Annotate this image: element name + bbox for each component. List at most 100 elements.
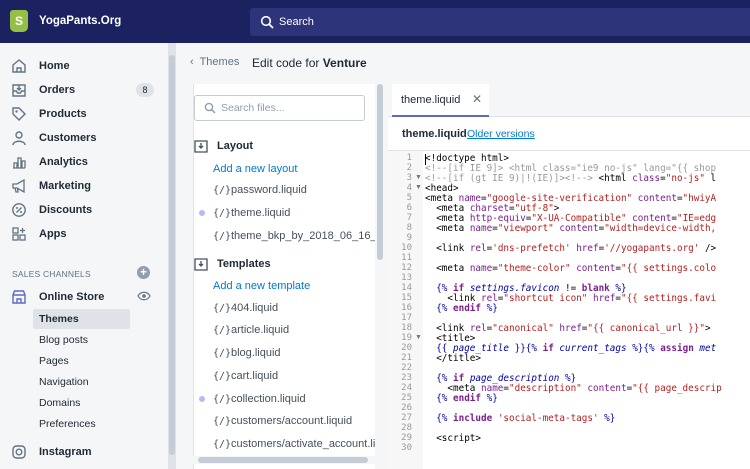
sidebar-item-home[interactable]: Home xyxy=(0,55,160,77)
file-name: article.liquid xyxy=(231,324,290,336)
page-title: Edit code for Venture xyxy=(252,56,367,70)
sidebar-item-apps[interactable]: Apps xyxy=(0,223,160,245)
file-customers-activate-account[interactable]: {/} customers/activate_account.li xyxy=(194,434,375,454)
file-cart-liquid[interactable]: {/} cart.liquid xyxy=(194,366,375,386)
line-number: 8 xyxy=(406,223,412,233)
older-versions-link[interactable]: Older versions xyxy=(467,128,535,140)
sidebar-item-customers[interactable]: Customers xyxy=(0,127,160,149)
editor-tab-bar: theme.liquid ✕ xyxy=(388,84,750,117)
tab-label: theme.liquid xyxy=(401,94,461,106)
liquid-file-icon: {/} xyxy=(213,370,232,382)
sidebar-item-marketing[interactable]: Marketing xyxy=(0,175,160,197)
file-theme-bkp[interactable]: {/} theme_bkp_by_2018_06_16_2 xyxy=(194,226,375,246)
fold-arrow-icon[interactable]: ▼ xyxy=(415,184,422,191)
folder-layout-label: Layout xyxy=(217,140,254,152)
line-number: 6 xyxy=(406,203,412,213)
search-icon xyxy=(204,102,216,114)
file-name: 404.liquid xyxy=(231,302,279,314)
folder-templates[interactable]: Templates xyxy=(194,255,271,273)
file-name: theme_bkp_by_2018_06_16_2 xyxy=(231,230,375,242)
sidebar-item-instagram[interactable]: Instagram xyxy=(0,441,160,463)
tag-icon xyxy=(12,107,26,121)
sidebar-item-label: Analytics xyxy=(39,156,88,168)
liquid-file-icon: {/} xyxy=(213,184,232,196)
sidebar-item-products[interactable]: Products xyxy=(0,103,160,125)
sidebar-subitem-pages[interactable]: Pages xyxy=(33,351,130,371)
line-number: 10 xyxy=(401,243,412,253)
line-number: 14 xyxy=(401,283,412,293)
file-name: collection.liquid xyxy=(231,393,306,405)
line-number: 12 xyxy=(401,263,412,273)
file-search-box[interactable] xyxy=(194,95,365,121)
sidebar-item-label: Marketing xyxy=(39,180,91,192)
code-line: {% include 'social-meta-tags' %} xyxy=(436,413,616,424)
line-number: 16 xyxy=(401,303,412,313)
close-icon[interactable]: ✕ xyxy=(472,92,482,106)
sidebar-item-label: Customers xyxy=(39,132,97,144)
code-line: <meta name="theme-color" content="{{ set… xyxy=(436,263,717,274)
fold-arrow-icon[interactable]: ▼ xyxy=(415,174,422,181)
file-name: password.liquid xyxy=(231,184,307,196)
line-number: 17 xyxy=(401,313,412,323)
file-panel-horizontal-scrollbar-thumb[interactable] xyxy=(198,457,368,463)
line-number: 29 xyxy=(401,433,412,443)
file-theme-liquid[interactable]: {/} theme.liquid xyxy=(194,203,375,223)
file-blog-liquid[interactable]: {/} blog.liquid xyxy=(194,343,375,363)
theme-name: Venture xyxy=(322,56,367,70)
orders-icon xyxy=(12,84,26,97)
file-panel-scrollbar-thumb[interactable] xyxy=(377,84,383,260)
person-icon xyxy=(12,131,26,146)
code-line: {% endif %} xyxy=(436,393,498,404)
line-number: 21 xyxy=(401,353,412,363)
sidebar-subitem-domains[interactable]: Domains xyxy=(33,393,130,413)
sidebar-item-online-store[interactable]: Online Store xyxy=(0,286,160,308)
folder-layout[interactable]: Layout xyxy=(194,137,253,155)
file-collection-liquid[interactable]: {/} collection.liquid xyxy=(194,389,375,409)
tab-theme-liquid[interactable]: theme.liquid ✕ xyxy=(392,84,489,117)
line-number: 9 xyxy=(406,233,412,243)
file-name: customers/activate_account.li xyxy=(231,438,375,450)
file-404-liquid[interactable]: {/} 404.liquid xyxy=(194,298,375,318)
file-name: theme.liquid xyxy=(231,207,291,219)
store-brand[interactable]: YogaPants.Org xyxy=(10,10,121,32)
top-bar: YogaPants.Org Search xyxy=(0,0,750,43)
eye-icon[interactable] xyxy=(137,291,151,301)
sidebar-item-label: Instagram xyxy=(39,446,92,458)
megaphone-icon xyxy=(12,178,25,194)
file-customers-account[interactable]: {/} customers/account.liquid xyxy=(194,411,375,431)
code-textarea[interactable]: 1 2 3 ▼ 4 ▼ 5 6 7 8 9 10 11 12 13 14 15 16… xyxy=(388,150,750,469)
file-password-liquid[interactable]: {/} password.liquid xyxy=(194,180,375,200)
add-layout-link[interactable]: Add a new layout xyxy=(213,163,297,175)
liquid-file-icon: {/} xyxy=(213,438,232,450)
add-sales-channel-icon[interactable]: + xyxy=(137,266,150,279)
line-number: 5 xyxy=(406,193,412,203)
file-name: cart.liquid xyxy=(231,370,279,382)
search-icon xyxy=(260,15,274,29)
sidebar-item-orders[interactable]: Orders 8 xyxy=(0,79,160,101)
sidebar-item-analytics[interactable]: Analytics xyxy=(0,151,160,173)
line-number: 11 xyxy=(401,253,412,263)
sidebar-scrollbar-thumb[interactable] xyxy=(169,55,175,455)
file-article-liquid[interactable]: {/} article.liquid xyxy=(194,320,375,340)
code-line: <script> xyxy=(436,433,481,444)
global-search-input[interactable]: Search xyxy=(250,8,750,36)
fold-arrow-icon[interactable]: ▼ xyxy=(415,334,422,341)
file-browser: Layout Add a new layout {/} password.liq… xyxy=(193,84,375,469)
file-search-input[interactable] xyxy=(221,100,361,116)
sidebar-subitem-preferences[interactable]: Preferences xyxy=(33,414,130,434)
add-template-link[interactable]: Add a new template xyxy=(213,280,310,292)
sidebar-item-label: Orders xyxy=(39,84,76,96)
folder-templates-label: Templates xyxy=(217,258,271,270)
sidebar-item-label: Home xyxy=(39,60,70,72)
breadcrumb-back-link[interactable]: ‹ Themes xyxy=(190,56,239,68)
liquid-file-icon: {/} xyxy=(213,324,232,336)
sidebar-subitem-themes[interactable]: Themes xyxy=(33,309,130,329)
code-line: </title> xyxy=(436,353,481,364)
line-number: 4 xyxy=(406,183,412,193)
line-number: 3 xyxy=(406,173,412,183)
sidebar-item-label: Apps xyxy=(39,228,67,240)
open-file-dot-icon xyxy=(199,210,205,216)
sidebar-subitem-blog-posts[interactable]: Blog posts xyxy=(33,330,130,350)
sidebar-subitem-navigation[interactable]: Navigation xyxy=(33,372,130,392)
sidebar-item-discounts[interactable]: Discounts xyxy=(0,199,160,221)
